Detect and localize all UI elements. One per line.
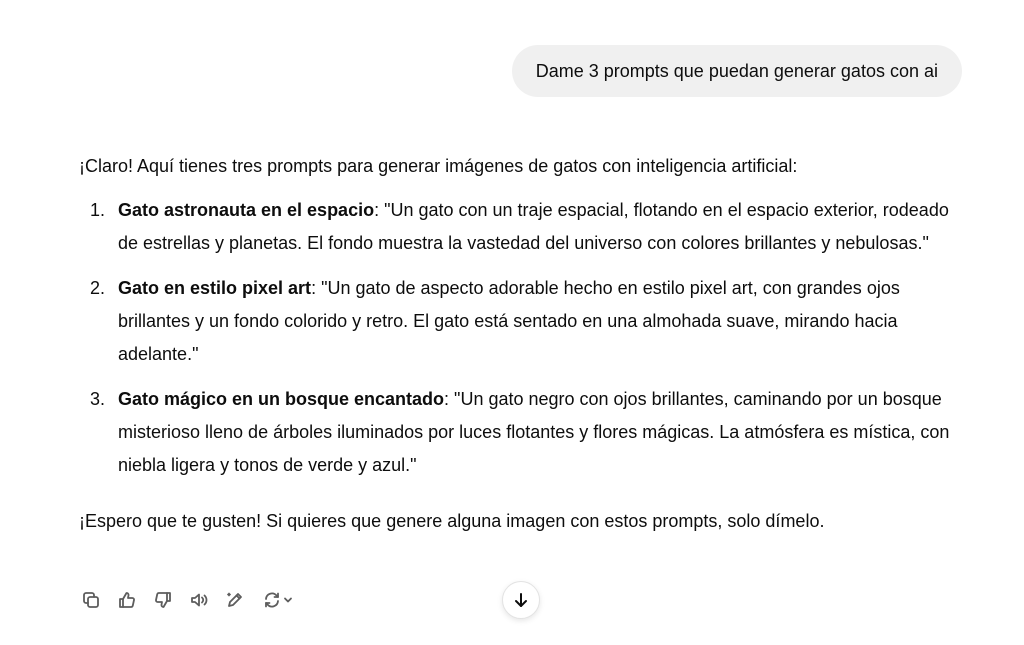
arrow-down-icon: [515, 593, 527, 607]
list-item-number: 1.: [90, 200, 106, 220]
scroll-to-bottom-button[interactable]: [502, 581, 540, 619]
list-item: 1. Gato astronauta en el espacio: "Un ga…: [79, 194, 969, 260]
thumbs-up-icon: [119, 592, 135, 608]
list-item-number: 3.: [90, 389, 106, 409]
message-actions-toolbar: [78, 586, 308, 614]
thumbs-up-button[interactable]: [114, 586, 140, 614]
list-item-number: 2.: [90, 278, 106, 298]
user-message-text: Dame 3 prompts que puedan generar gatos …: [535, 61, 938, 81]
thumbs-down-button[interactable]: [150, 586, 176, 614]
list-item-title: Gato en estilo pixel art: [118, 278, 312, 298]
copy-icon: [83, 592, 99, 608]
list-item-title: Gato astronauta en el espacio: [118, 200, 375, 220]
assistant-intro: ¡Claro! Aquí tienes tres prompts para ge…: [79, 156, 798, 176]
thumbs-down-icon: [155, 592, 171, 608]
list-item-title: Gato mágico en un bosque encantado: [118, 389, 445, 409]
prompt-list: 1. Gato astronauta en el espacio: "Un ga…: [79, 194, 969, 482]
list-item: 3. Gato mágico en un bosque encantado: "…: [79, 383, 969, 482]
read-aloud-button[interactable]: [186, 586, 212, 614]
user-message-bubble: Dame 3 prompts que puedan generar gatos …: [511, 45, 962, 97]
read-aloud-icon: [191, 593, 208, 607]
assistant-message: ¡Claro! Aquí tienes tres prompts para ge…: [79, 150, 969, 538]
assistant-outro: ¡Espero que te gusten! Si quieres que ge…: [79, 511, 825, 531]
copy-button[interactable]: [78, 586, 104, 614]
regenerate-icon: [265, 592, 279, 608]
regenerate-button[interactable]: [258, 586, 298, 614]
edit-icon: [227, 592, 242, 607]
edit-button[interactable]: [222, 586, 248, 614]
list-item: 2. Gato en estilo pixel art: "Un gato de…: [79, 272, 969, 371]
chevron-down-icon: [284, 597, 292, 603]
